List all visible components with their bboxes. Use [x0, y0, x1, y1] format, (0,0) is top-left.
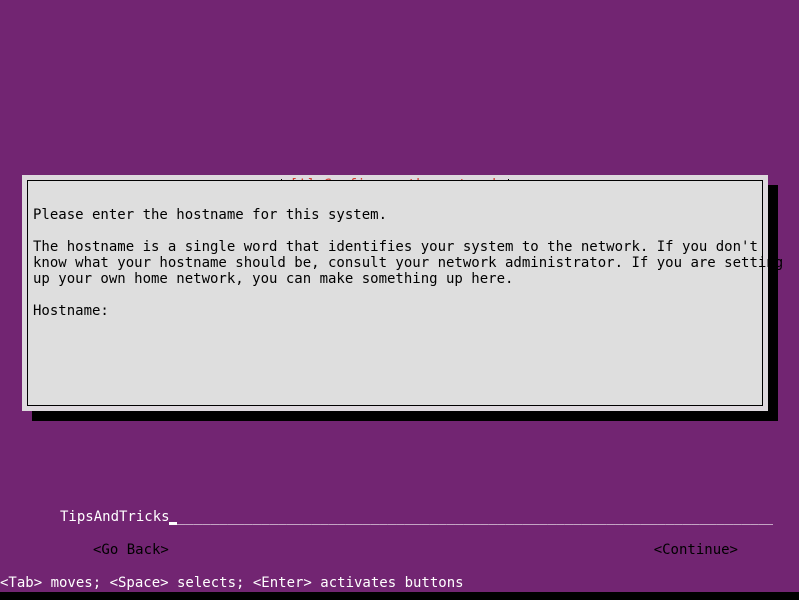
intro-text: Please enter the hostname for this syste…	[33, 207, 388, 223]
body-line-2: know what your hostname should be, consu…	[33, 255, 784, 271]
dialog-button-row: <Go Back> <Continue>	[33, 541, 757, 559]
continue-button[interactable]: <Continue>	[654, 541, 738, 559]
hostname-input-value: TipsAndTricks	[60, 509, 170, 525]
body-line-1: The hostname is a single word that ident…	[33, 239, 758, 255]
text-cursor	[169, 522, 177, 525]
hostname-input-fill: ________________________________________…	[177, 509, 773, 525]
go-back-button[interactable]: <Go Back>	[93, 541, 169, 559]
hostname-label: Hostname:	[33, 303, 109, 319]
installer-screen: [!] Configure the network Please enter t…	[0, 0, 799, 600]
configure-network-dialog: [!] Configure the network Please enter t…	[22, 175, 784, 558]
keyboard-hint-bar: <Tab> moves; <Space> selects; <Enter> ac…	[0, 575, 464, 591]
bottom-black-strip	[0, 592, 799, 600]
dialog-content: Please enter the hostname for this syste…	[33, 207, 784, 319]
hostname-input[interactable]: TipsAndTricks __________________________…	[59, 509, 773, 527]
body-line-3: up your own home network, you can make s…	[33, 271, 514, 287]
